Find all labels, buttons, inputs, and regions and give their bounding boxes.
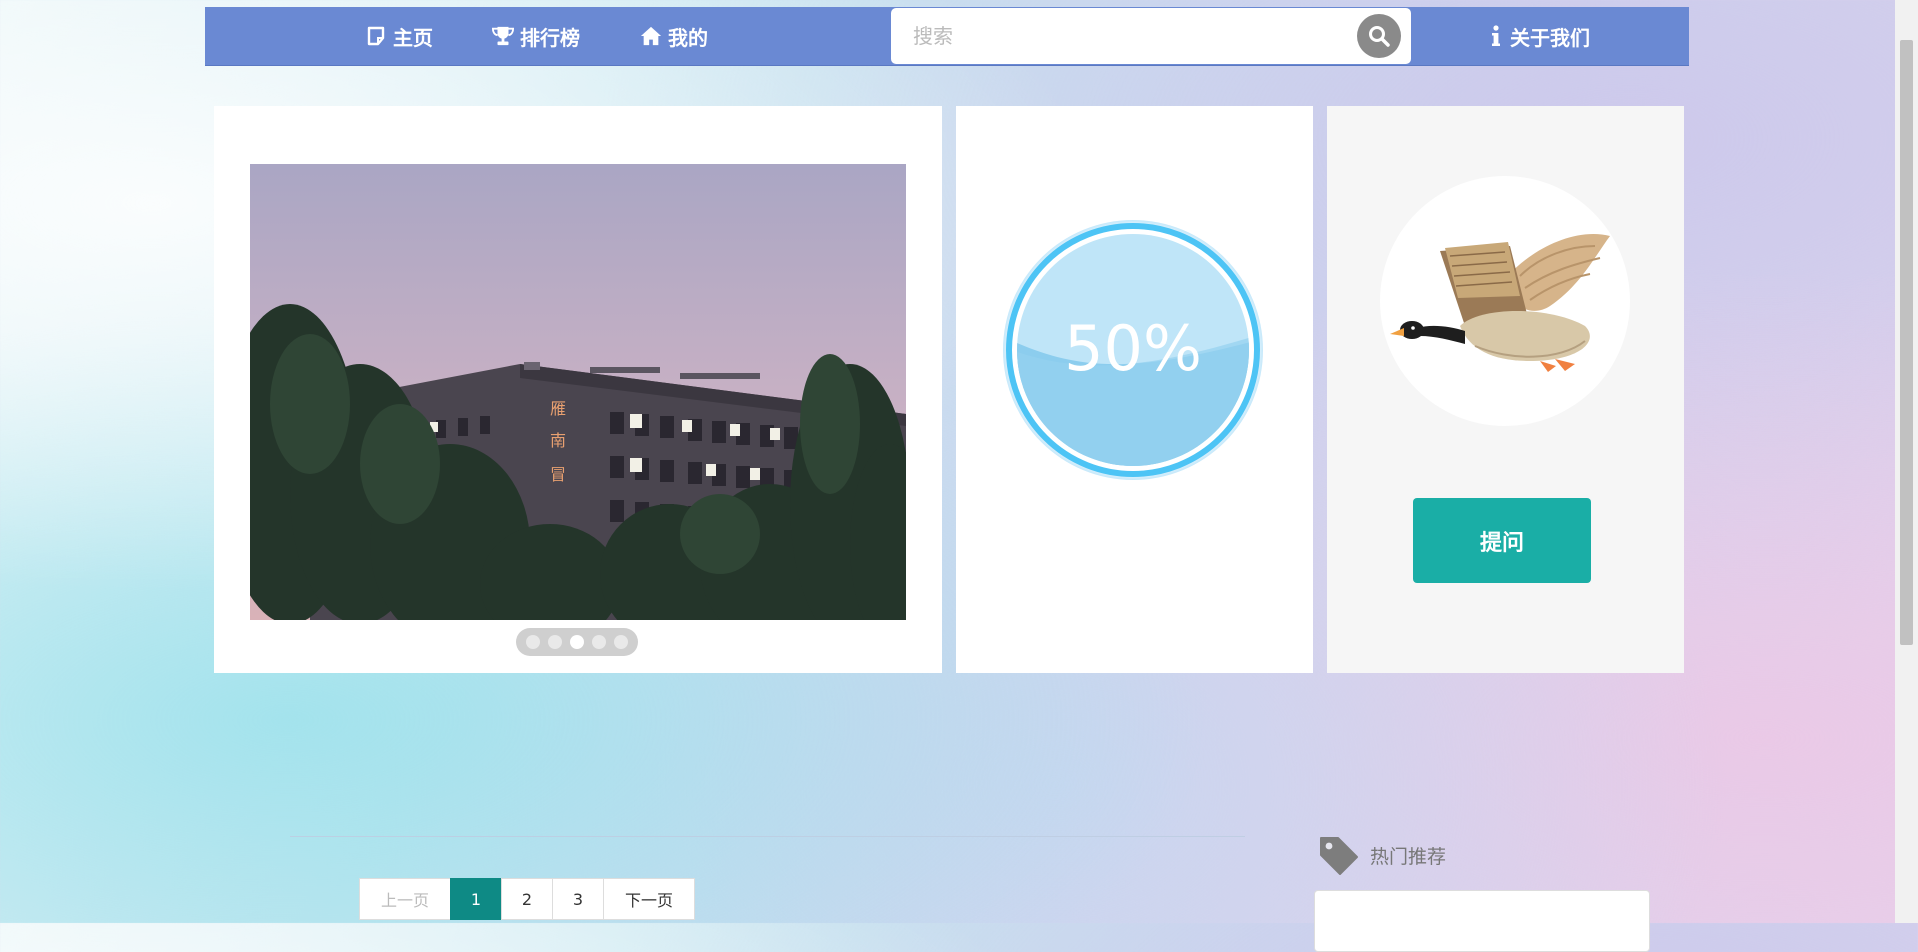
top-navbar: 主页 排行榜 我的 关于我们 <box>205 7 1689 66</box>
carousel-dot-4[interactable] <box>592 635 606 649</box>
ask-card: 提问 <box>1327 106 1684 673</box>
page-1-button[interactable]: 1 <box>450 878 502 920</box>
building-sign-char-1: 雁 <box>550 399 566 418</box>
carousel-dot-3[interactable] <box>570 635 584 649</box>
nav-ranking-label: 排行榜 <box>520 25 580 50</box>
carousel-indicators <box>516 628 638 656</box>
nav-mine-label: 我的 <box>668 25 708 50</box>
info-icon <box>1488 25 1504 47</box>
progress-text: 50% <box>1064 312 1202 385</box>
search-icon <box>1369 26 1390 47</box>
carousel-card: 雁 南 冒 <box>214 106 942 673</box>
hot-recommend-header: 热门推荐 <box>1318 834 1446 876</box>
pagination: 上一页 1 2 3 下一页 <box>359 878 695 920</box>
progress-circle: 50% <box>1003 220 1263 480</box>
search-button[interactable] <box>1357 14 1401 58</box>
tag-icon <box>1320 837 1358 875</box>
nav-home-label: 主页 <box>393 25 433 50</box>
nav-home-link[interactable]: 主页 <box>365 7 433 65</box>
search-bar <box>891 8 1411 64</box>
prev-page-button[interactable]: 上一页 <box>359 878 451 920</box>
nav-ranking-link[interactable]: 排行榜 <box>492 7 580 65</box>
building-sign-char-2: 南 <box>550 431 566 450</box>
home-icon <box>640 25 662 47</box>
search-input[interactable] <box>891 15 1357 57</box>
building-sign-char-3: 冒 <box>550 465 566 484</box>
nav-mine-link[interactable]: 我的 <box>640 7 708 65</box>
scrollbar-thumb[interactable] <box>1900 40 1913 645</box>
hot-recommend-list <box>1314 890 1650 952</box>
trophy-icon <box>492 25 514 47</box>
carousel-dot-2[interactable] <box>548 635 562 649</box>
progress-card: 50% <box>956 106 1313 673</box>
goose-logo <box>1380 176 1630 426</box>
nav-about-label: 关于我们 <box>1510 25 1590 50</box>
next-page-button[interactable]: 下一页 <box>603 878 695 920</box>
carousel-image[interactable]: 雁 南 冒 <box>250 164 906 620</box>
hot-recommend-title: 热门推荐 <box>1370 845 1447 868</box>
page-2-button[interactable]: 2 <box>501 878 553 920</box>
carousel-dot-1[interactable] <box>526 635 540 649</box>
content-divider <box>290 836 1245 837</box>
page-scrollbar[interactable] <box>1895 0 1918 923</box>
nav-about-link[interactable]: 关于我们 <box>1488 7 1590 65</box>
carousel-dot-5[interactable] <box>614 635 628 649</box>
ask-question-button[interactable]: 提问 <box>1413 498 1591 583</box>
note-icon <box>365 25 387 47</box>
page-3-button[interactable]: 3 <box>552 878 604 920</box>
